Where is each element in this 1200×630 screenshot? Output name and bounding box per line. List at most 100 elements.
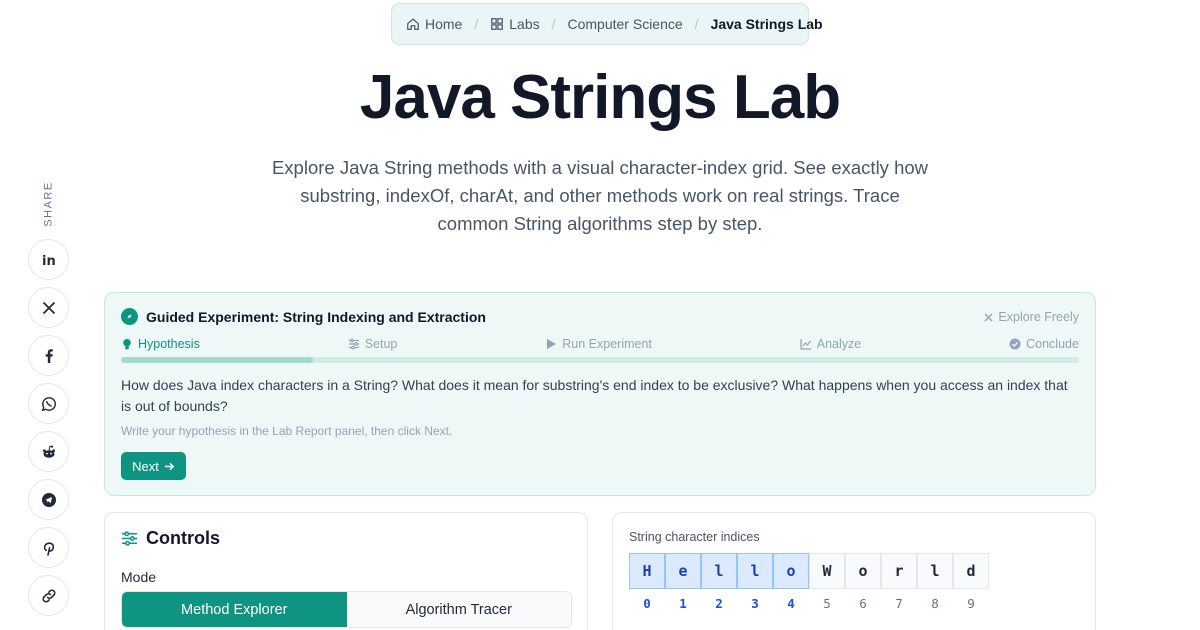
breadcrumb-home-label: Home — [425, 16, 463, 32]
hypothesis-question: How does Java index characters in a Stri… — [121, 377, 1068, 414]
character-cell: l3 — [737, 553, 773, 611]
step-setup[interactable]: Setup — [348, 337, 398, 351]
svg-text:in: in — [42, 254, 56, 268]
share-x-button[interactable] — [28, 287, 69, 328]
share-label: SHARE — [43, 181, 55, 227]
share-whatsapp-button[interactable] — [28, 383, 69, 424]
telegram-icon — [41, 492, 56, 507]
next-button-label: Next — [132, 458, 159, 474]
character-value: l — [737, 553, 773, 589]
check-circle-icon — [1009, 338, 1021, 350]
x-icon — [42, 301, 55, 314]
character-value: d — [953, 553, 989, 589]
play-icon — [547, 339, 557, 349]
mode-label: Mode — [121, 569, 157, 585]
explore-freely-button[interactable]: Explore Freely — [984, 310, 1079, 324]
step-conclude[interactable]: Conclude — [1009, 337, 1079, 351]
character-value: r — [881, 553, 917, 589]
step-label: Run Experiment — [562, 337, 652, 351]
string-index-panel: String character indices H0e1l2l3o4W5o6r… — [612, 512, 1096, 630]
pinterest-icon — [43, 541, 54, 556]
controls-title: Controls — [146, 528, 220, 548]
lightbulb-icon — [123, 339, 131, 350]
character-cell: l8 — [917, 553, 953, 611]
grid-icon — [491, 18, 504, 30]
character-index: 6 — [859, 596, 867, 611]
next-button[interactable]: Next — [121, 452, 186, 480]
breadcrumb-labs[interactable]: Labs — [490, 16, 540, 32]
step-label: Analyze — [816, 337, 862, 351]
arrow-right-icon — [164, 462, 175, 470]
share-reddit-button[interactable] — [28, 431, 69, 472]
breadcrumb-current: Java Strings Lab — [710, 16, 823, 32]
experiment-progress-bar — [121, 357, 1079, 363]
home-icon — [407, 18, 419, 30]
character-cell: W5 — [809, 553, 845, 611]
guided-header: Guided Experiment: String Indexing and E… — [121, 308, 486, 325]
character-value: H — [629, 553, 665, 589]
character-index: 0 — [643, 596, 651, 611]
character-index: 8 — [931, 596, 939, 611]
character-index: 7 — [895, 596, 903, 611]
breadcrumb-computer-science[interactable]: Computer Science — [568, 16, 683, 32]
step-label: Hypothesis — [138, 337, 200, 351]
step-run-experiment[interactable]: Run Experiment — [545, 337, 652, 351]
page-title: Java Strings Lab — [359, 63, 841, 132]
facebook-icon — [45, 348, 53, 363]
character-index: 1 — [679, 596, 687, 611]
sliders-icon — [121, 531, 138, 546]
character-value: W — [809, 553, 845, 589]
guided-title: Guided Experiment: String Indexing and E… — [146, 308, 486, 325]
character-cell: o6 — [845, 553, 881, 611]
share-linkedin-button[interactable]: in — [28, 239, 69, 280]
character-value: l — [917, 553, 953, 589]
character-index: 4 — [787, 596, 795, 611]
reddit-icon — [42, 445, 55, 458]
character-grid: H0e1l2l3o4W5o6r7l8d9 — [629, 553, 989, 611]
step-hypothesis[interactable]: Hypothesis — [121, 337, 200, 351]
share-facebook-button[interactable] — [28, 335, 69, 376]
linkedin-icon: in — [42, 254, 56, 268]
character-index: 3 — [751, 596, 759, 611]
breadcrumb-home[interactable]: Home — [406, 16, 462, 32]
character-cell: H0 — [629, 553, 665, 611]
controls-header: Controls — [121, 528, 220, 549]
progress-fill — [121, 357, 313, 363]
breadcrumb-separator: / — [694, 16, 699, 32]
character-value: o — [773, 553, 809, 589]
share-telegram-button[interactable] — [28, 479, 69, 520]
step-label: Conclude — [1026, 337, 1079, 351]
page-subtitle: Explore Java String methods with a visua… — [271, 157, 929, 234]
hypothesis-hint: Write your hypothesis in the Lab Report … — [121, 424, 453, 438]
step-analyze[interactable]: Analyze — [800, 337, 861, 351]
explore-freely-label: Explore Freely — [998, 310, 1079, 324]
mode-algorithm-tracer[interactable]: Algorithm Tracer — [346, 592, 571, 627]
step-label: Setup — [364, 337, 398, 351]
character-value: o — [845, 553, 881, 589]
mode-toggle: Method Explorer Algorithm Tracer — [121, 591, 572, 628]
share-copy-link-button[interactable] — [28, 575, 69, 616]
controls-panel: Controls Mode Method Explorer Algorithm … — [104, 512, 588, 630]
guided-experiment-panel: Guided Experiment: String Indexing and E… — [104, 292, 1096, 496]
experiment-steps: Hypothesis Setup Run Experiment Analyze … — [121, 337, 1079, 351]
character-index: 9 — [967, 596, 975, 611]
line-chart-icon — [800, 339, 811, 350]
link-icon — [41, 588, 56, 603]
mode-method-explorer[interactable]: Method Explorer — [122, 592, 347, 627]
compass-icon — [121, 308, 138, 325]
breadcrumb: Home / Labs / Computer Science / Java St… — [391, 3, 823, 45]
character-cell: r7 — [881, 553, 917, 611]
character-cell: l2 — [701, 553, 737, 611]
sliders-icon — [348, 338, 359, 350]
character-cell: e1 — [665, 553, 701, 611]
breadcrumb-cs-label: Computer Science — [567, 16, 683, 32]
close-icon — [984, 312, 993, 322]
breadcrumb-labs-label: Labs — [509, 16, 540, 32]
share-pinterest-button[interactable] — [28, 527, 69, 568]
breadcrumb-separator: / — [474, 16, 479, 32]
character-cell: d9 — [953, 553, 989, 611]
character-cell: o4 — [773, 553, 809, 611]
character-index: 2 — [715, 596, 723, 611]
breadcrumb-separator: / — [551, 16, 556, 32]
character-value: l — [701, 553, 737, 589]
